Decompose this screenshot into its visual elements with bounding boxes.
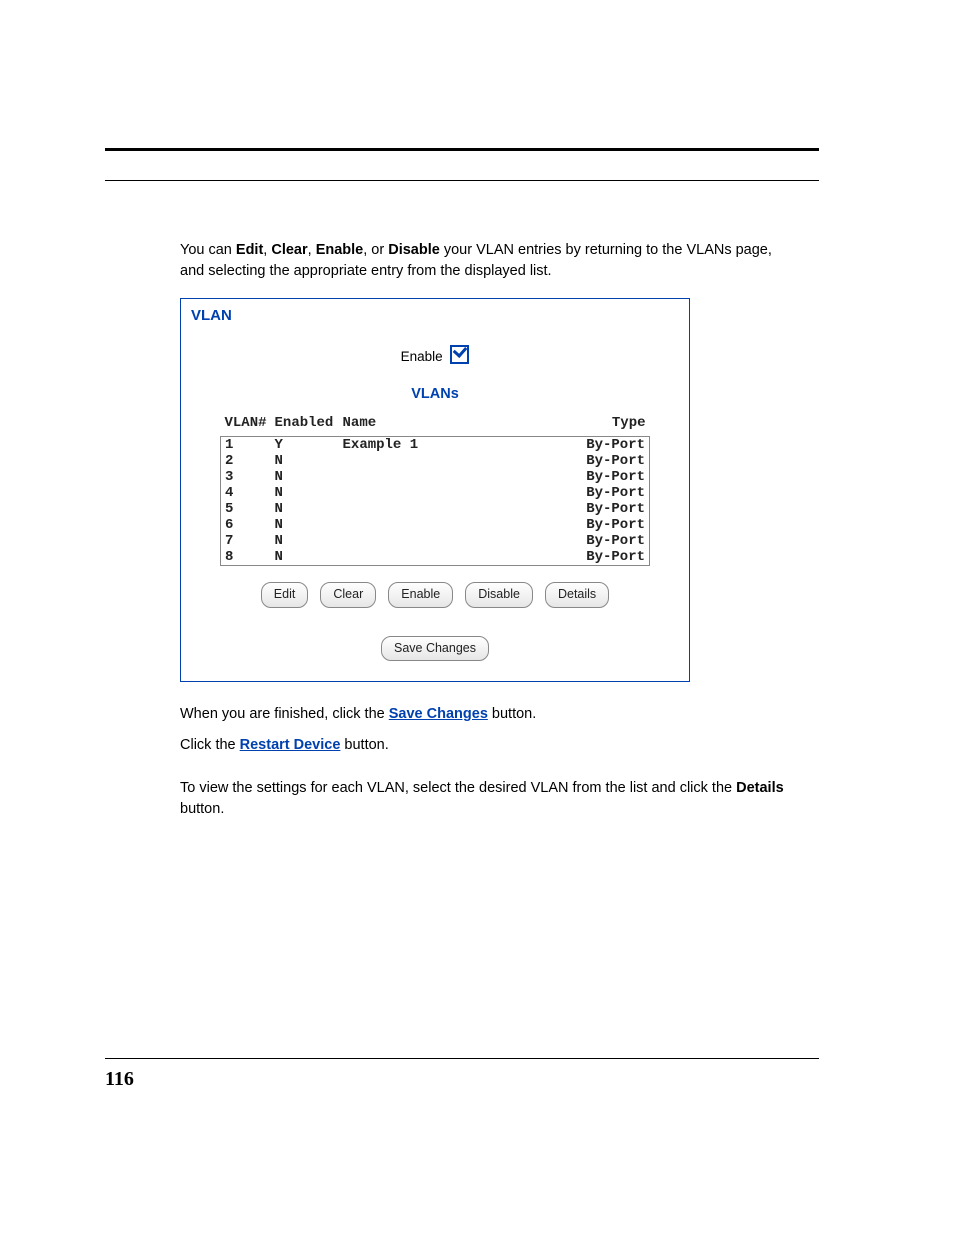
footer-rule bbox=[105, 1058, 819, 1059]
col-header-num: VLAN# bbox=[221, 411, 271, 436]
cell-name: Example 1 bbox=[339, 436, 561, 453]
vlan-table-wrap: VLAN# Enabled Name Type 1 Y Example 1 By… bbox=[220, 411, 650, 566]
save-changes-button[interactable]: Save Changes bbox=[381, 636, 489, 661]
cell-name bbox=[339, 549, 561, 566]
clear-button[interactable]: Clear bbox=[320, 582, 376, 607]
enable-checkbox[interactable] bbox=[450, 345, 469, 364]
table-row[interactable]: 3 N By-Port bbox=[221, 469, 650, 485]
col-header-type: Type bbox=[561, 411, 650, 436]
header-rule-thick bbox=[105, 148, 819, 151]
cell-enabled: N bbox=[271, 517, 339, 533]
cell-enabled: N bbox=[271, 533, 339, 549]
action-button-row: Edit Clear Enable Disable Details bbox=[189, 582, 681, 607]
cell-enabled: N bbox=[271, 469, 339, 485]
details-paragraph: To view the settings for each VLAN, sele… bbox=[180, 778, 800, 820]
cell-name bbox=[339, 453, 561, 469]
bold-edit: Edit bbox=[236, 242, 263, 258]
cell-name bbox=[339, 501, 561, 517]
details-button[interactable]: Details bbox=[545, 582, 609, 607]
intro-paragraph: You can Edit, Clear, Enable, or Disable … bbox=[180, 240, 800, 282]
header-rule-thin bbox=[105, 180, 819, 181]
body-content: You can Edit, Clear, Enable, or Disable … bbox=[180, 240, 800, 830]
bold-disable: Disable bbox=[388, 242, 440, 258]
text: , or bbox=[363, 242, 388, 258]
text: button. bbox=[340, 737, 388, 753]
cell-type: By-Port bbox=[561, 469, 650, 485]
cell-num: 8 bbox=[221, 549, 271, 566]
col-header-name: Name bbox=[339, 411, 561, 436]
post-instruction-2: Click the Restart Device button. bbox=[180, 735, 800, 756]
cell-type: By-Port bbox=[561, 436, 650, 453]
table-row[interactable]: 6 N By-Port bbox=[221, 517, 650, 533]
disable-button[interactable]: Disable bbox=[465, 582, 533, 607]
text: button. bbox=[488, 706, 536, 722]
enable-label: Enable bbox=[401, 349, 443, 364]
edit-button[interactable]: Edit bbox=[261, 582, 309, 607]
page-number: 116 bbox=[105, 1068, 134, 1091]
save-changes-link[interactable]: Save Changes bbox=[389, 706, 488, 722]
table-header-row: VLAN# Enabled Name Type bbox=[221, 411, 650, 436]
text: When you are finished, click the bbox=[180, 706, 389, 722]
bold-details: Details bbox=[736, 780, 784, 796]
table-row[interactable]: 7 N By-Port bbox=[221, 533, 650, 549]
table-row[interactable]: 1 Y Example 1 By-Port bbox=[221, 436, 650, 453]
save-button-row: Save Changes bbox=[189, 636, 681, 661]
text: You can bbox=[180, 242, 236, 258]
vlan-panel: VLAN Enable VLANs VLAN# Enabled Name Typ… bbox=[180, 298, 690, 682]
bold-clear: Clear bbox=[271, 242, 307, 258]
table-row[interactable]: 8 N By-Port bbox=[221, 549, 650, 566]
cell-num: 6 bbox=[221, 517, 271, 533]
table-row[interactable]: 2 N By-Port bbox=[221, 453, 650, 469]
cell-num: 3 bbox=[221, 469, 271, 485]
restart-device-link[interactable]: Restart Device bbox=[240, 737, 341, 753]
cell-num: 7 bbox=[221, 533, 271, 549]
text: Click the bbox=[180, 737, 240, 753]
cell-type: By-Port bbox=[561, 533, 650, 549]
vlan-table: VLAN# Enabled Name Type 1 Y Example 1 By… bbox=[220, 411, 650, 566]
cell-type: By-Port bbox=[561, 501, 650, 517]
cell-name bbox=[339, 517, 561, 533]
cell-num: 2 bbox=[221, 453, 271, 469]
enable-button[interactable]: Enable bbox=[388, 582, 453, 607]
cell-type: By-Port bbox=[561, 453, 650, 469]
cell-enabled: Y bbox=[271, 436, 339, 453]
text: , bbox=[308, 242, 316, 258]
panel-title: VLAN bbox=[191, 305, 681, 327]
cell-name bbox=[339, 485, 561, 501]
post-instruction-1: When you are finished, click the Save Ch… bbox=[180, 704, 800, 725]
cell-num: 1 bbox=[221, 436, 271, 453]
cell-name bbox=[339, 469, 561, 485]
vlans-heading: VLANs bbox=[189, 384, 681, 405]
text: button. bbox=[180, 801, 224, 817]
cell-name bbox=[339, 533, 561, 549]
cell-enabled: N bbox=[271, 453, 339, 469]
table-row[interactable]: 5 N By-Port bbox=[221, 501, 650, 517]
cell-enabled: N bbox=[271, 501, 339, 517]
cell-num: 4 bbox=[221, 485, 271, 501]
table-row[interactable]: 4 N By-Port bbox=[221, 485, 650, 501]
col-header-enabled: Enabled bbox=[271, 411, 339, 436]
enable-row: Enable bbox=[189, 345, 681, 367]
cell-type: By-Port bbox=[561, 485, 650, 501]
cell-enabled: N bbox=[271, 549, 339, 566]
cell-type: By-Port bbox=[561, 517, 650, 533]
text: To view the settings for each VLAN, sele… bbox=[180, 780, 736, 796]
cell-enabled: N bbox=[271, 485, 339, 501]
bold-enable: Enable bbox=[316, 242, 364, 258]
cell-num: 5 bbox=[221, 501, 271, 517]
cell-type: By-Port bbox=[561, 549, 650, 566]
